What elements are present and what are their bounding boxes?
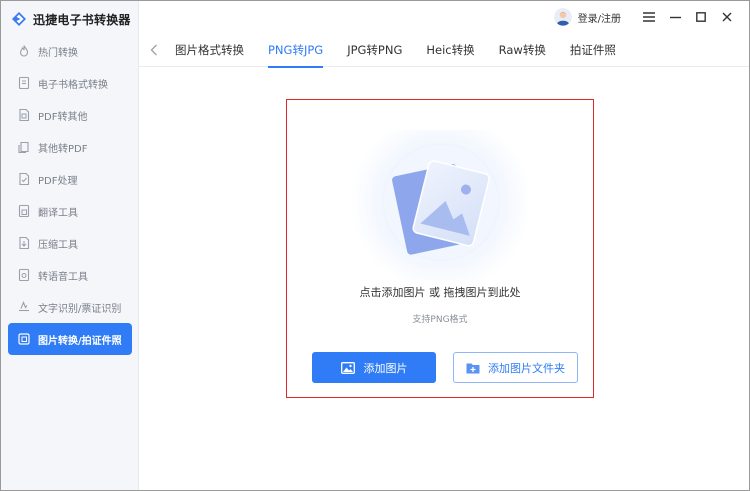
image-upload-illustration bbox=[351, 130, 531, 280]
sidebar-item-label: 热门转换 bbox=[38, 47, 78, 59]
image-convert-icon bbox=[16, 332, 31, 347]
tab-raw[interactable]: Raw转换 bbox=[487, 33, 558, 67]
tab-heic[interactable]: Heic转换 bbox=[414, 33, 486, 67]
sidebar-item-label: 翻译工具 bbox=[38, 207, 78, 219]
tab-bar: 图片格式转换 PNG转JPG JPG转PNG Heic转换 Raw转换 拍证件照 bbox=[139, 33, 749, 68]
close-button[interactable] bbox=[715, 6, 739, 28]
sidebar-item-ocr[interactable]: 文字识别/票证识别 bbox=[1, 291, 139, 323]
drop-instruction: 点击添加图片 或 拖拽图片到此处 bbox=[359, 286, 521, 299]
sidebar-item-label: 压缩工具 bbox=[38, 239, 78, 251]
translate-icon bbox=[16, 204, 31, 219]
title-bar: 登录/注册 bbox=[139, 1, 749, 33]
sidebar-item-image-convert[interactable]: 图片转换/拍证件照 bbox=[8, 323, 132, 355]
sidebar-item-label: 其他转PDF bbox=[38, 143, 88, 155]
sidebar-item-label: PDF转其他 bbox=[38, 111, 88, 123]
sidebar: 迅捷电子书转换器 热门转换 电子书格式转换 PDF转其他 其他转PDF PDF处… bbox=[1, 1, 139, 490]
sidebar-item-other-to-pdf[interactable]: 其他转PDF bbox=[1, 131, 139, 163]
tab-id-photo[interactable]: 拍证件照 bbox=[558, 33, 628, 67]
hot-icon bbox=[16, 44, 31, 59]
chevron-left-icon bbox=[150, 44, 157, 55]
sidebar-item-pdf-to-other[interactable]: PDF转其他 bbox=[1, 99, 139, 131]
sidebar-item-ebook[interactable]: 电子书格式转换 bbox=[1, 67, 139, 99]
close-icon bbox=[722, 12, 732, 22]
sidebar-item-translate[interactable]: 翻译工具 bbox=[1, 195, 139, 227]
image-icon bbox=[340, 361, 355, 374]
app-logo-icon bbox=[12, 12, 26, 26]
compress-icon bbox=[16, 236, 31, 251]
sidebar-item-label: 电子书格式转换 bbox=[38, 79, 108, 91]
app-window: 迅捷电子书转换器 热门转换 电子书格式转换 PDF转其他 其他转PDF PDF处… bbox=[0, 0, 750, 491]
minimize-icon bbox=[669, 16, 681, 18]
pdf-process-icon bbox=[16, 172, 31, 187]
tab-jpg-to-png[interactable]: JPG转PNG bbox=[335, 33, 414, 67]
sidebar-item-label: 转语音工具 bbox=[38, 271, 88, 283]
menu-button[interactable] bbox=[637, 6, 661, 28]
supported-format-hint: 支持PNG格式 bbox=[412, 315, 468, 325]
app-title: 迅捷电子书转换器 bbox=[33, 12, 131, 27]
ocr-icon bbox=[16, 300, 31, 315]
pdf-convert-icon bbox=[16, 108, 31, 123]
sidebar-item-label: PDF处理 bbox=[38, 175, 78, 187]
login-label: 登录/注册 bbox=[577, 13, 621, 25]
sidebar-item-voice[interactable]: 转语音工具 bbox=[1, 259, 139, 291]
add-image-label: 添加图片 bbox=[363, 361, 408, 375]
file-drop-zone[interactable]: 点击添加图片 或 拖拽图片到此处 支持PNG格式 添加图片 添加图片文件夹 bbox=[286, 99, 594, 398]
add-folder-label: 添加图片文件夹 bbox=[488, 361, 565, 375]
avatar bbox=[553, 8, 572, 26]
sidebar-item-compress[interactable]: 压缩工具 bbox=[1, 227, 139, 259]
maximize-button[interactable] bbox=[689, 6, 713, 28]
login-button[interactable]: 登录/注册 bbox=[553, 8, 621, 26]
voice-icon bbox=[16, 268, 31, 283]
brand: 迅捷电子书转换器 bbox=[11, 9, 131, 29]
sidebar-item-label: 图片转换/拍证件照 bbox=[38, 335, 122, 347]
sidebar-nav: 热门转换 电子书格式转换 PDF转其他 其他转PDF PDF处理 翻译工具 压缩… bbox=[1, 35, 139, 355]
tabs-back-button[interactable] bbox=[139, 33, 169, 67]
folder-add-icon bbox=[466, 363, 480, 373]
hamburger-icon bbox=[643, 12, 655, 22]
tab-image-format[interactable]: 图片格式转换 bbox=[169, 33, 256, 67]
sidebar-item-pdf-process[interactable]: PDF处理 bbox=[1, 163, 139, 195]
add-image-button[interactable]: 添加图片 bbox=[312, 352, 436, 383]
to-pdf-icon bbox=[16, 140, 31, 155]
minimize-button[interactable] bbox=[663, 6, 687, 28]
tab-png-to-jpg[interactable]: PNG转JPG bbox=[256, 33, 335, 68]
add-folder-button[interactable]: 添加图片文件夹 bbox=[453, 352, 578, 383]
sidebar-item-label: 文字识别/票证识别 bbox=[38, 303, 122, 315]
maximize-icon bbox=[696, 12, 706, 22]
sidebar-item-hot[interactable]: 热门转换 bbox=[1, 35, 139, 67]
ebook-icon bbox=[16, 76, 31, 91]
